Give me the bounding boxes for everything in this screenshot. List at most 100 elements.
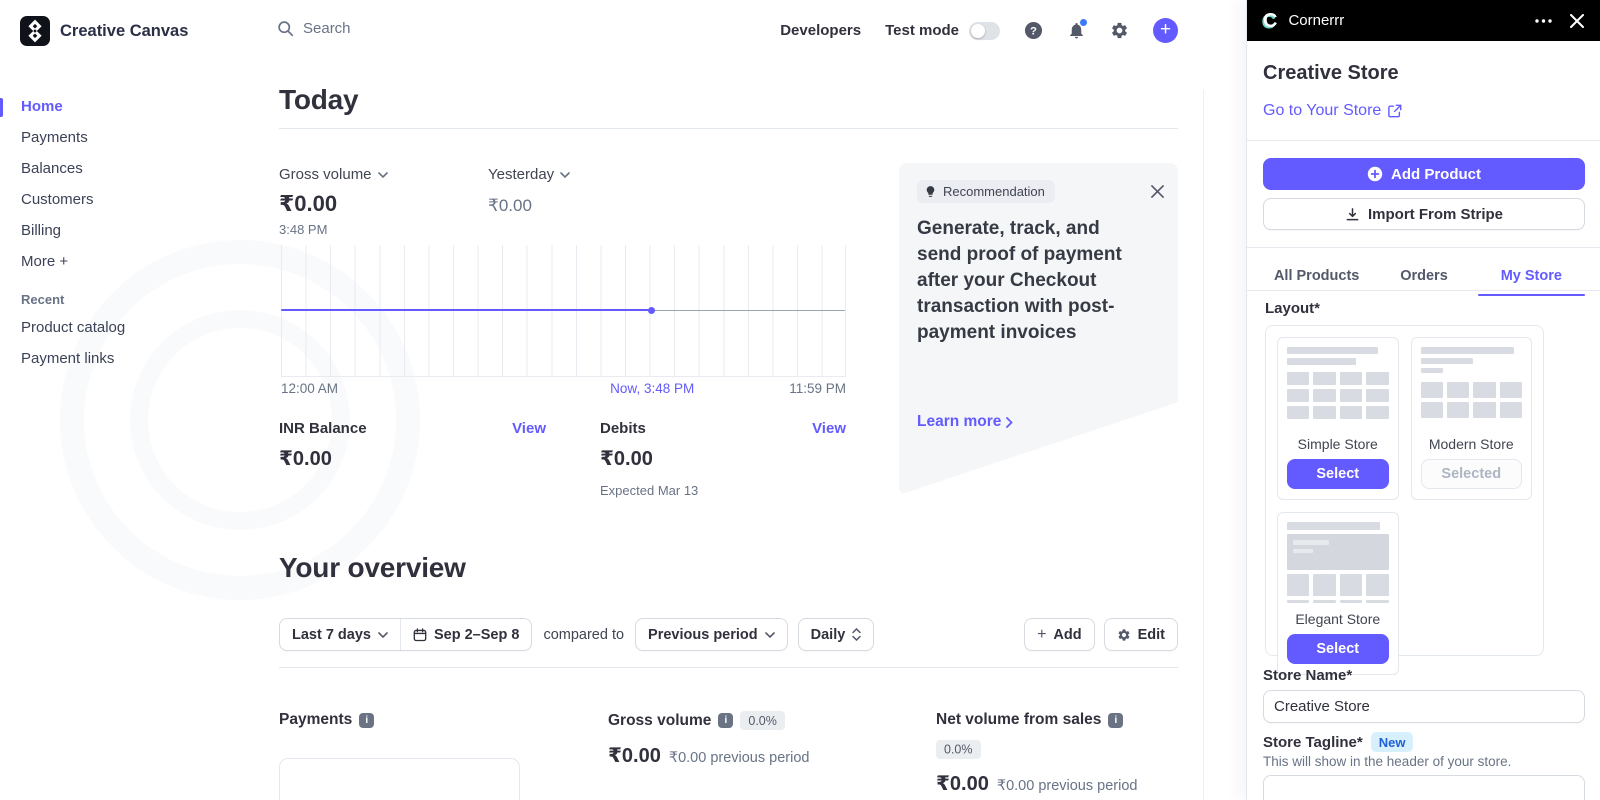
lightbulb-icon: [924, 185, 937, 198]
divider: [1247, 290, 1600, 291]
compared-to-label: compared to: [543, 626, 625, 643]
close-panel-icon[interactable]: [1570, 13, 1584, 28]
store-name-input[interactable]: [1263, 690, 1585, 723]
yesterday-amount: ₹0.00: [488, 196, 532, 215]
cornerrr-panel: C Cornerrr Creative Store Go to Your Sto…: [1246, 0, 1600, 800]
store-tagline-label: Store Tagline* New: [1263, 732, 1414, 752]
divider: [1247, 247, 1600, 248]
updown-chevrons-icon: [852, 628, 862, 641]
recommendation-badge-label: Recommendation: [943, 184, 1045, 199]
layout-card-simple: Simple Store Select: [1277, 337, 1399, 500]
learn-more-link[interactable]: Learn more: [917, 413, 1014, 431]
range-dropdown[interactable]: Last 7 days: [280, 619, 400, 650]
layout-name: Modern Store: [1428, 436, 1514, 452]
test-mode-label: Test mode: [885, 22, 959, 39]
yesterday-selector[interactable]: Yesterday: [488, 166, 570, 183]
gross-volume-metric-label: Gross volume: [608, 711, 712, 729]
sidebar-item-more[interactable]: More +: [0, 247, 236, 278]
layout-thumbnail-modern: [1420, 347, 1522, 429]
gross-volume-chart[interactable]: [281, 245, 846, 377]
import-from-stripe-button[interactable]: Import From Stripe: [1263, 198, 1585, 230]
date-picker[interactable]: Sep 2–Sep 8: [400, 619, 531, 650]
gross-volume-selector[interactable]: Gross volume: [279, 166, 388, 183]
sidebar-item-home[interactable]: Home: [0, 92, 236, 123]
sidebar-item-balances[interactable]: Balances: [0, 154, 236, 185]
chevron-down-icon: [764, 631, 775, 638]
payments-metric: Payments i: [279, 711, 579, 729]
create-plus-button[interactable]: +: [1153, 18, 1178, 43]
gross-volume-amount: ₹0.00: [279, 191, 338, 216]
layout-name: Elegant Store: [1295, 611, 1381, 627]
divider: [279, 667, 1178, 668]
overview-filter-bar: Last 7 days Sep 2–Sep 8 compared to Prev…: [279, 618, 1178, 651]
brand-logo-icon: [20, 16, 50, 46]
inr-balance-block: INR Balance View ₹0.00: [279, 420, 546, 471]
inr-balance-view-link[interactable]: View: [512, 420, 546, 437]
info-icon[interactable]: i: [718, 713, 734, 728]
select-layout-button[interactable]: Select: [1287, 459, 1389, 489]
download-icon: [1345, 207, 1360, 222]
sidebar-item-customers[interactable]: Customers: [0, 185, 236, 216]
date-range-control: Last 7 days Sep 2–Sep 8: [279, 618, 533, 651]
gross-volume-metric-amount: ₹0.00: [608, 745, 661, 767]
brand-name: Creative Canvas: [60, 22, 189, 40]
net-volume-metric-amount: ₹0.00: [936, 773, 989, 795]
edit-button[interactable]: Edit: [1103, 618, 1178, 651]
inr-balance-label: INR Balance: [279, 420, 367, 437]
store-tagline-help: This will show in the header of your sto…: [1263, 754, 1512, 769]
granularity-value: Daily: [810, 626, 846, 643]
add-product-label: Add Product: [1391, 165, 1481, 183]
store-name-label: Store Name*: [1263, 667, 1353, 684]
sidebar-item-payment-links[interactable]: Payment links: [0, 344, 236, 375]
scrollbar-track[interactable]: [1203, 90, 1204, 800]
net-volume-previous: ₹0.00 previous period: [996, 778, 1138, 794]
add-product-button[interactable]: Add Product: [1263, 158, 1585, 190]
go-to-store-label: Go to Your Store: [1263, 102, 1382, 119]
search-input[interactable]: Search: [277, 20, 351, 37]
info-icon[interactable]: i: [359, 712, 375, 728]
overflow-menu-icon[interactable]: [1535, 18, 1552, 23]
calendar-icon: [413, 627, 427, 642]
learn-more-label: Learn more: [917, 413, 1002, 430]
sidebar-item-billing[interactable]: Billing: [0, 216, 236, 247]
inr-balance-amount: ₹0.00: [279, 448, 332, 470]
settings-gear-icon[interactable]: [1110, 21, 1129, 40]
notifications-bell-icon[interactable]: [1067, 18, 1088, 40]
selected-layout-button[interactable]: Selected: [1420, 459, 1522, 489]
date-range-value: Sep 2–Sep 8: [434, 626, 520, 643]
gross-volume-time: 3:48 PM: [279, 222, 328, 237]
svg-text:?: ?: [1030, 25, 1037, 37]
chart-series-line: [281, 309, 652, 311]
layout-thumbnail-simple: [1287, 347, 1389, 429]
payments-metric-label: Payments: [279, 711, 353, 728]
sidebar-item-payments[interactable]: Payments: [0, 123, 236, 154]
compare-period-value: Previous period: [648, 626, 758, 643]
sidebar-item-product-catalog[interactable]: Product catalog: [0, 313, 236, 344]
store-tagline-input[interactable]: [1263, 775, 1585, 800]
test-mode-toggle[interactable]: [969, 21, 1000, 40]
debits-view-link[interactable]: View: [812, 420, 846, 437]
close-icon[interactable]: [1151, 185, 1164, 198]
sidebar-nav: Home Payments Balances Customers Billing…: [0, 92, 236, 375]
plus-icon: +: [1037, 625, 1047, 643]
app-screen: Creative Canvas Search Developers Test m…: [0, 0, 1600, 800]
chevron-down-icon: [377, 171, 388, 178]
range-value: Last 7 days: [292, 626, 371, 643]
compare-period-dropdown[interactable]: Previous period: [635, 618, 788, 651]
developers-link[interactable]: Developers: [780, 22, 861, 39]
layout-card-modern: Modern Store Selected: [1410, 337, 1532, 500]
gross-volume-label: Gross volume: [279, 166, 372, 183]
edit-label: Edit: [1137, 626, 1165, 643]
go-to-store-link[interactable]: Go to Your Store: [1263, 102, 1402, 120]
add-metric-button[interactable]: + Add: [1024, 618, 1095, 651]
overview-heading: Your overview: [279, 552, 466, 583]
gear-icon: [1117, 628, 1131, 642]
gross-volume-metric: Gross volume i 0.0% ₹0.00 ₹0.00 previous…: [608, 711, 918, 768]
import-label: Import From Stripe: [1367, 205, 1503, 223]
info-icon[interactable]: i: [1108, 712, 1124, 728]
select-layout-button[interactable]: Select: [1287, 634, 1389, 664]
store-title: Creative Store: [1263, 62, 1399, 84]
granularity-dropdown[interactable]: Daily: [797, 618, 875, 651]
recommendation-badge: Recommendation: [917, 180, 1055, 203]
help-icon[interactable]: ?: [1024, 21, 1043, 40]
